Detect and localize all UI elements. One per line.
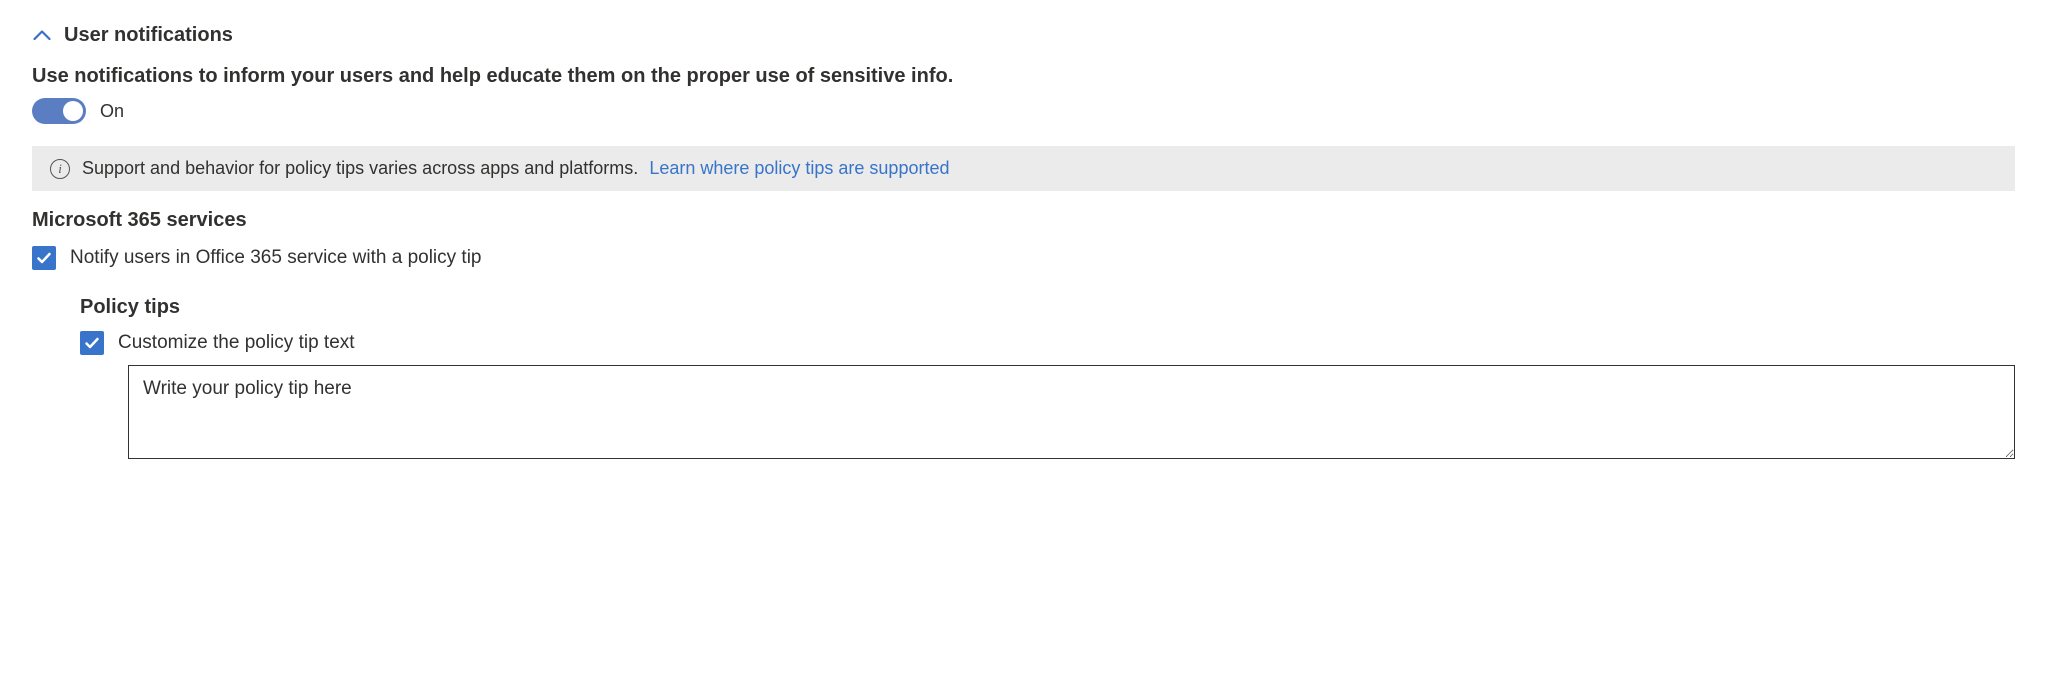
section-title: User notifications [64, 24, 233, 47]
toggle-thumb [63, 101, 83, 121]
notify-users-label: Notify users in Office 365 service with … [70, 247, 482, 269]
info-bar-link[interactable]: Learn where policy tips are supported [649, 158, 949, 178]
info-bar-text: Support and behavior for policy tips var… [82, 158, 638, 178]
toggle-state-label: On [100, 101, 124, 122]
policy-tips-group: Policy tips Customize the policy tip tex… [80, 296, 2015, 459]
customize-tip-checkbox[interactable] [80, 331, 104, 355]
section-header[interactable]: User notifications [32, 24, 2015, 47]
notify-users-checkbox[interactable] [32, 246, 56, 270]
info-bar-content: Support and behavior for policy tips var… [82, 158, 950, 179]
info-icon: i [50, 159, 70, 179]
notifications-description: Use notifications to inform your users a… [32, 65, 2015, 88]
notifications-toggle[interactable] [32, 98, 86, 124]
notifications-toggle-row: On [32, 98, 2015, 124]
customize-tip-row: Customize the policy tip text [80, 331, 2015, 355]
notify-users-row: Notify users in Office 365 service with … [32, 246, 2015, 270]
services-heading: Microsoft 365 services [32, 209, 2015, 232]
chevron-up-icon [32, 26, 52, 46]
policy-tip-textarea[interactable] [128, 365, 2015, 459]
policy-tips-heading: Policy tips [80, 296, 2015, 319]
customize-tip-label: Customize the policy tip text [118, 332, 355, 354]
info-bar: i Support and behavior for policy tips v… [32, 146, 2015, 191]
